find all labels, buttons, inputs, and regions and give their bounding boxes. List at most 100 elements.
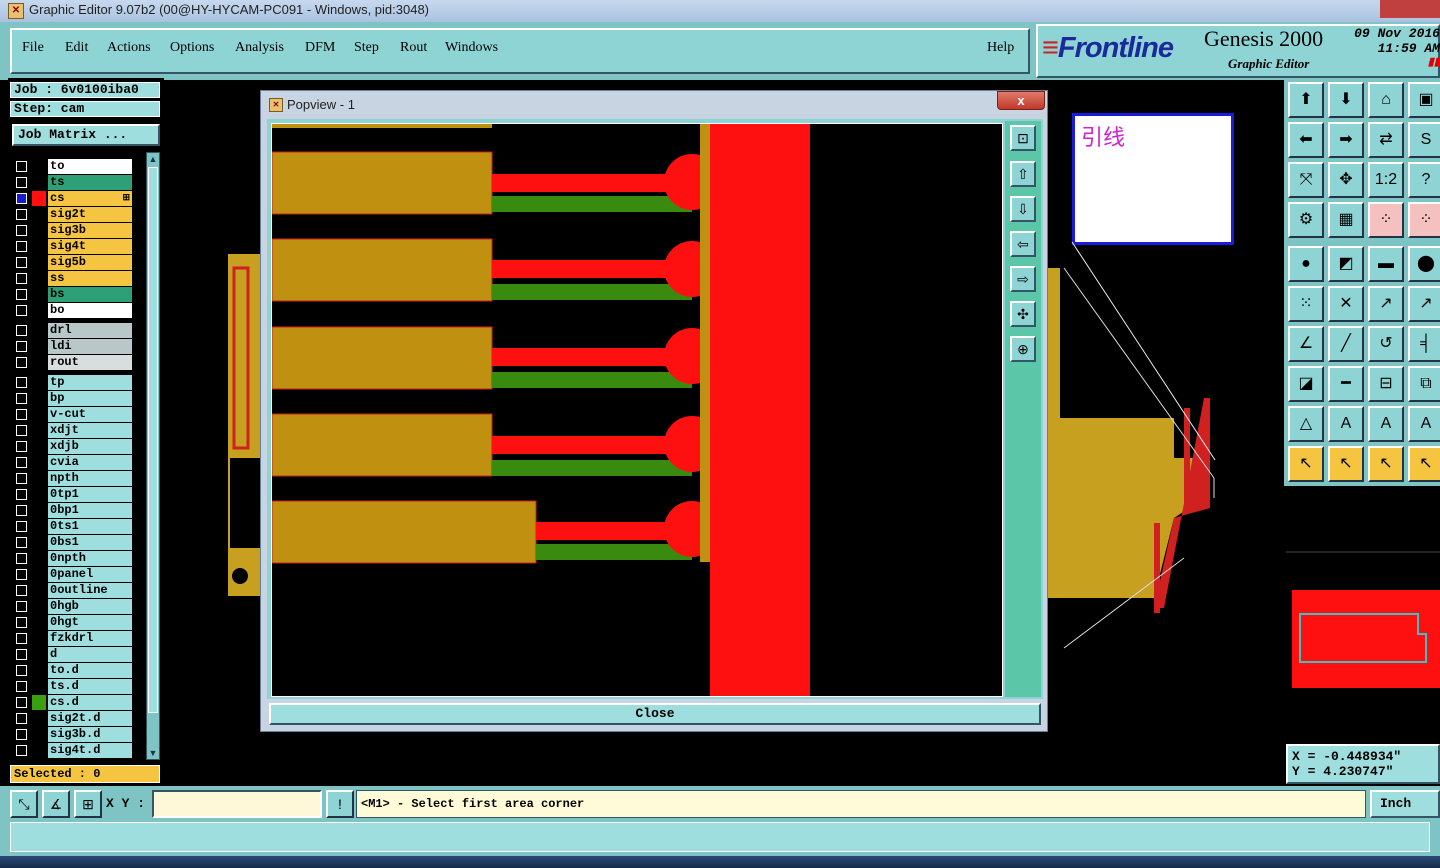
layer-name[interactable]: 0outline xyxy=(48,583,132,598)
scroll-up-icon[interactable]: ▲ xyxy=(147,153,159,165)
layer-checkbox[interactable] xyxy=(16,289,27,300)
layer-name[interactable]: cs ⊞ xyxy=(48,191,132,206)
layer-name[interactable]: to.d xyxy=(48,663,132,678)
copy-icon[interactable]: ⧉ xyxy=(1408,366,1440,402)
popview-close-button[interactable]: Close xyxy=(269,703,1041,725)
layer-checkbox[interactable] xyxy=(16,697,27,708)
layer-checkbox[interactable] xyxy=(16,473,27,484)
pan-down-icon[interactable]: ⇩ xyxy=(1010,196,1036,222)
menu-rout[interactable]: Rout xyxy=(400,40,427,56)
move-down-icon[interactable]: ⬇ xyxy=(1328,82,1364,118)
layer-checkbox[interactable] xyxy=(16,325,27,336)
zoom-fit-icon[interactable]: ✣ xyxy=(1010,301,1036,327)
layer-checkbox[interactable] xyxy=(16,209,27,220)
letter-a-icon[interactable]: A xyxy=(1328,406,1364,442)
layer-name[interactable]: tp xyxy=(48,375,132,390)
layer-row[interactable]: sig4t.d xyxy=(10,743,132,758)
layer-checkbox[interactable] xyxy=(16,241,27,252)
layer-scrollbar[interactable]: ▲ ▼ xyxy=(146,152,160,760)
pad-icon[interactable]: ● xyxy=(1288,246,1324,282)
layer-name[interactable]: xdjt xyxy=(48,423,132,438)
layer-name[interactable]: sig2t xyxy=(48,207,132,222)
layer-name[interactable]: cvia xyxy=(48,455,132,470)
pan-left-icon[interactable]: ⇦ xyxy=(1010,231,1036,257)
xy-input[interactable] xyxy=(152,790,322,818)
menu-file[interactable]: File xyxy=(22,40,44,56)
alert-icon[interactable]: ! xyxy=(326,790,354,818)
layer-checkbox[interactable] xyxy=(16,457,27,468)
menu-edit[interactable]: Edit xyxy=(65,40,88,56)
menu-dfm[interactable]: DFM xyxy=(305,40,335,56)
letter-a2-icon[interactable]: A xyxy=(1368,406,1404,442)
layer-row[interactable]: fzkdrl xyxy=(10,631,132,646)
pointer-icon[interactable]: ↖ xyxy=(1288,446,1324,482)
home-icon[interactable]: ⌂ xyxy=(1368,82,1404,118)
flip-icon[interactable]: ╡ xyxy=(1408,326,1440,362)
help-icon[interactable]: ? xyxy=(1408,162,1440,198)
layer-checkbox[interactable] xyxy=(16,521,27,532)
layer-checkbox[interactable] xyxy=(16,729,27,740)
layer-name[interactable]: ss xyxy=(48,271,132,286)
layer-checkbox[interactable] xyxy=(16,305,27,316)
layer-row[interactable]: npth xyxy=(10,471,132,486)
layer-row[interactable]: 0hgt xyxy=(10,615,132,630)
cross-icon[interactable]: ✕ xyxy=(1328,286,1364,322)
job-matrix-button[interactable]: Job Matrix ... xyxy=(12,124,160,146)
ruler-icon[interactable]: ▬ xyxy=(1368,246,1404,282)
swap-icon[interactable]: ⇄ xyxy=(1368,122,1404,158)
layer-name[interactable]: 0bp1 xyxy=(48,503,132,518)
layer-row[interactable]: xdjt xyxy=(10,423,132,438)
layer-name[interactable]: fzkdrl xyxy=(48,631,132,646)
layer-row[interactable]: ldi xyxy=(10,339,132,354)
layer-checkbox[interactable] xyxy=(16,441,27,452)
menu-step[interactable]: Step xyxy=(354,40,379,56)
layer-checkbox[interactable] xyxy=(16,273,27,284)
step-icon[interactable]: S xyxy=(1408,122,1440,158)
layer-name[interactable]: cs.d xyxy=(48,695,132,710)
layer-checkbox[interactable] xyxy=(16,713,27,724)
triangle-icon[interactable]: △ xyxy=(1288,406,1324,442)
layer-name[interactable]: npth xyxy=(48,471,132,486)
layer-checkbox[interactable] xyxy=(16,377,27,388)
layer-name[interactable]: d xyxy=(48,647,132,662)
layer-checkbox[interactable] xyxy=(16,537,27,548)
layer-row[interactable]: d xyxy=(10,647,132,662)
layer-checkbox[interactable] xyxy=(16,161,27,172)
layer-checkbox[interactable] xyxy=(16,601,27,612)
menu-actions[interactable]: Actions xyxy=(107,40,151,56)
select-pad-icon[interactable]: ◪ xyxy=(1288,366,1324,402)
move-up-icon[interactable]: ⬆ xyxy=(1288,82,1324,118)
layer-name[interactable]: xdjb xyxy=(48,439,132,454)
zoom-in-icon[interactable]: ⊕ xyxy=(1010,336,1036,362)
net-icon[interactable]: ⁙ xyxy=(1288,286,1324,322)
layer-name[interactable]: bp xyxy=(48,391,132,406)
layer-checkbox[interactable] xyxy=(16,585,27,596)
layer-row[interactable]: sig4t xyxy=(10,239,132,254)
popview-canvas[interactable] xyxy=(271,123,1003,697)
zoom-window-icon[interactable]: ⊡ xyxy=(1010,125,1036,151)
window-controls[interactable] xyxy=(1380,0,1440,18)
dot-icon[interactable]: ⬤ xyxy=(1408,246,1440,282)
layer-checkbox[interactable] xyxy=(16,617,27,628)
layer-checkbox[interactable] xyxy=(16,633,27,644)
layer-row[interactable]: 0bp1 xyxy=(10,503,132,518)
layer-checkbox[interactable] xyxy=(16,649,27,660)
layer-name[interactable]: 0npth xyxy=(48,551,132,566)
overview-minimap[interactable] xyxy=(1286,488,1440,738)
layer-name[interactable]: sig5b xyxy=(48,255,132,270)
zoom-fit-icon[interactable]: ⤧ xyxy=(1288,162,1324,198)
layer-name[interactable]: bo xyxy=(48,303,132,318)
menu-help[interactable]: Help xyxy=(987,40,1014,56)
layer-row[interactable]: cvia xyxy=(10,455,132,470)
menu-analysis[interactable]: Analysis xyxy=(235,40,284,56)
layer-row[interactable]: tp xyxy=(10,375,132,390)
layer-name[interactable]: 0hgt xyxy=(48,615,132,630)
layer-b-icon[interactable]: ⁘ xyxy=(1408,202,1440,238)
angle-snap-icon[interactable]: ∡ xyxy=(42,790,70,818)
letter-a3-icon[interactable]: A xyxy=(1408,406,1440,442)
layer-row[interactable]: cs ⊞ xyxy=(10,191,132,206)
range-icon[interactable]: ⊟ xyxy=(1368,366,1404,402)
layer-name[interactable]: v-cut xyxy=(48,407,132,422)
layer-row[interactable]: ts.d xyxy=(10,679,132,694)
layer-row[interactable]: rout xyxy=(10,355,132,370)
